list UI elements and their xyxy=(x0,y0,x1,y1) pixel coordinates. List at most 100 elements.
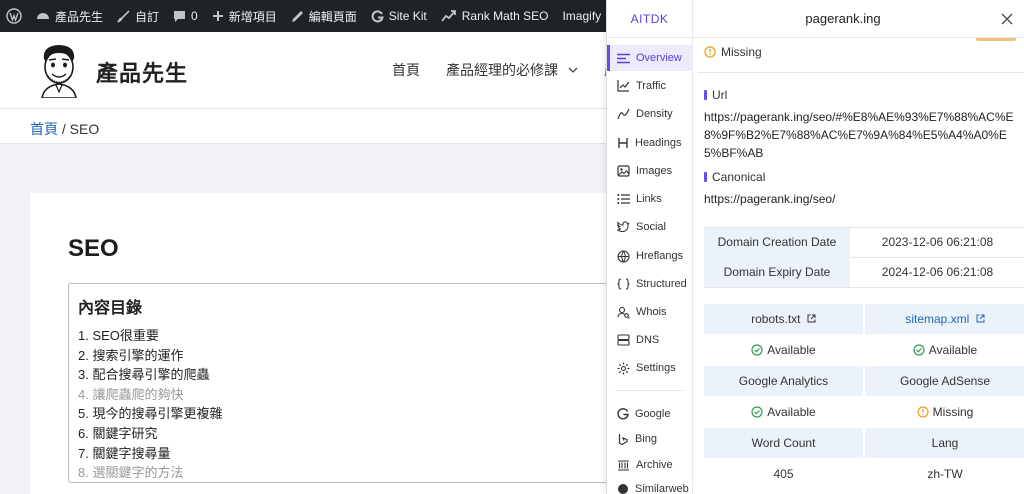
admin-bar-sitekit[interactable]: Site Kit xyxy=(371,9,427,23)
toc-item[interactable]: 5. 現今的搜尋引擎更複雜 xyxy=(78,404,627,424)
table-of-contents: 內容目錄 1. SEO很重要 2. 搜索引擎的運作 3. 配合搜尋引擎的爬蟲 4… xyxy=(68,283,628,483)
sidebar-item-whois[interactable]: Whois xyxy=(607,299,693,325)
google-analytics-status: Available xyxy=(704,397,863,427)
toc-item[interactable]: 1. SEO很重要 xyxy=(78,326,627,346)
url-value: https://pagerank.ing/seo/#%E8%AE%93%E7%8… xyxy=(704,110,1014,160)
brush-icon xyxy=(117,9,130,23)
external-link-icon xyxy=(976,314,985,323)
sidebar-item-headings[interactable]: Headings xyxy=(607,130,693,156)
google-analytics-label: Google Analytics xyxy=(704,366,863,396)
line-chart-icon xyxy=(617,80,630,92)
domain-creation-label: Domain Creation Date xyxy=(704,227,850,257)
google-icon xyxy=(617,408,629,420)
check-circle-icon xyxy=(751,406,763,418)
extension-brand[interactable]: AITDK xyxy=(607,0,693,38)
sidebar-item-links[interactable]: Links xyxy=(607,186,693,212)
extension-overview-content: Missing Url https://pagerank.ing/seo/#%E… xyxy=(694,38,1024,494)
page-title: SEO xyxy=(68,235,119,262)
admin-bar-rankmath[interactable]: Rank Math SEO xyxy=(441,9,548,23)
breadcrumb-home-link[interactable]: 首頁 xyxy=(30,121,58,137)
user-search-icon xyxy=(617,306,630,319)
image-icon xyxy=(617,165,630,177)
toc-title: 內容目錄 xyxy=(78,300,143,317)
bing-icon xyxy=(618,434,628,445)
twitter-bird-icon xyxy=(617,221,630,233)
chevron-down-icon xyxy=(568,67,578,73)
domain-creation-value: 2023-12-06 06:21:08 xyxy=(881,235,994,249)
lang-label: Lang xyxy=(865,428,1024,458)
close-icon[interactable] xyxy=(999,11,1015,27)
warning-circle-icon xyxy=(917,406,929,418)
sidebar-item-images[interactable]: Images xyxy=(607,158,693,184)
admin-bar-comments[interactable]: 0 xyxy=(173,9,198,23)
toc-item[interactable]: 2. 搜索引擎的運作 xyxy=(78,346,627,366)
site-logo-avatar-icon[interactable] xyxy=(36,42,82,98)
warning-circle-icon xyxy=(704,46,716,58)
word-count-label: Word Count xyxy=(704,428,863,458)
sidebar-item-bing[interactable]: Bing xyxy=(607,426,693,452)
admin-bar-site[interactable]: 產品先生 xyxy=(36,8,103,25)
check-circle-icon xyxy=(751,344,763,356)
sidebar-item-overview[interactable]: Overview xyxy=(607,45,693,71)
external-link-icon xyxy=(807,314,816,323)
gear-icon xyxy=(617,362,630,374)
check-circle-icon xyxy=(913,344,925,356)
google-adsense-label: Google AdSense xyxy=(865,366,1024,396)
extension-domain-title: pagerank.ing xyxy=(805,11,881,26)
domain-expiry-label: Domain Expiry Date xyxy=(704,257,850,287)
sidebar-divider xyxy=(615,390,685,391)
sidebar-item-density[interactable]: Density xyxy=(607,101,693,127)
admin-bar-new[interactable]: 新增項目 xyxy=(212,8,277,25)
plus-icon xyxy=(212,11,223,21)
pencil-icon xyxy=(291,10,303,22)
nav-item-pm-courses[interactable]: 產品經理的必修課 xyxy=(446,60,578,80)
sitemap-xml-link[interactable]: sitemap.xml xyxy=(865,304,1024,334)
toc-item[interactable]: 7. 關鍵字搜尋量 xyxy=(78,444,627,464)
canonical-value: https://pagerank.ing/seo/ xyxy=(704,192,836,206)
braces-icon xyxy=(617,278,630,290)
breadcrumb-current: SEO xyxy=(69,121,100,137)
url-label: Url xyxy=(704,88,727,102)
toc-item[interactable]: 3. 配合搜尋引擎的爬蟲 xyxy=(78,365,627,385)
robots-status: Available xyxy=(704,335,863,365)
site-title[interactable]: 產品先生 xyxy=(96,56,188,88)
aitdk-extension-panel: AITDK pagerank.ing Overview Traffic Dens… xyxy=(606,0,1024,494)
divider xyxy=(704,287,1024,288)
toc-item[interactable]: 8. 選關鍵字的方法 xyxy=(78,463,627,483)
sidebar-item-similarweb[interactable]: Similarweb xyxy=(607,476,693,494)
top-status-row: Missing xyxy=(704,45,762,59)
canonical-label: Canonical xyxy=(704,170,765,184)
server-icon xyxy=(617,334,630,346)
sidebar-item-settings[interactable]: Settings xyxy=(607,355,693,381)
toc-item[interactable]: 6. 關鍵字研究 xyxy=(78,424,627,444)
extension-sidebar: Overview Traffic Density Headings Images… xyxy=(607,38,693,494)
nav-item-home[interactable]: 首頁 xyxy=(392,60,420,80)
sidebar-item-archive[interactable]: Archive xyxy=(607,452,693,478)
toc-item[interactable]: 4. 讓爬蟲爬的夠快 xyxy=(78,385,627,405)
sidebar-item-dns[interactable]: DNS xyxy=(607,327,693,353)
sidebar-item-google[interactable]: Google xyxy=(607,401,693,427)
header-accent-tab xyxy=(976,38,1016,41)
globe-icon xyxy=(617,249,630,263)
breadcrumb-separator: / xyxy=(58,121,70,137)
dashboard-icon xyxy=(37,13,49,19)
divider xyxy=(698,72,1024,73)
heading-icon xyxy=(618,138,628,148)
sidebar-item-structured[interactable]: Structured xyxy=(607,271,693,297)
list-icon xyxy=(617,53,630,63)
sidebar-item-social[interactable]: Social xyxy=(607,214,693,240)
google-g-icon xyxy=(371,9,384,22)
admin-bar-edit[interactable]: 編輯頁面 xyxy=(291,8,357,25)
sitemap-status: Available xyxy=(865,335,1024,365)
admin-bar-customize[interactable]: 自訂 xyxy=(117,8,159,25)
wp-logo-icon[interactable] xyxy=(6,8,22,24)
density-icon xyxy=(617,108,630,120)
lang-value: zh-TW xyxy=(927,467,963,481)
divider xyxy=(704,227,1024,228)
admin-bar-imagify[interactable]: Imagify xyxy=(562,9,601,23)
domain-expiry-value: 2024-12-06 06:21:08 xyxy=(881,265,994,279)
extension-header: AITDK pagerank.ing xyxy=(607,0,1024,38)
robots-txt-link[interactable]: robots.txt xyxy=(704,304,863,334)
sidebar-item-traffic[interactable]: Traffic xyxy=(607,73,693,99)
sidebar-item-hreflangs[interactable]: Hreflangs xyxy=(607,243,693,269)
